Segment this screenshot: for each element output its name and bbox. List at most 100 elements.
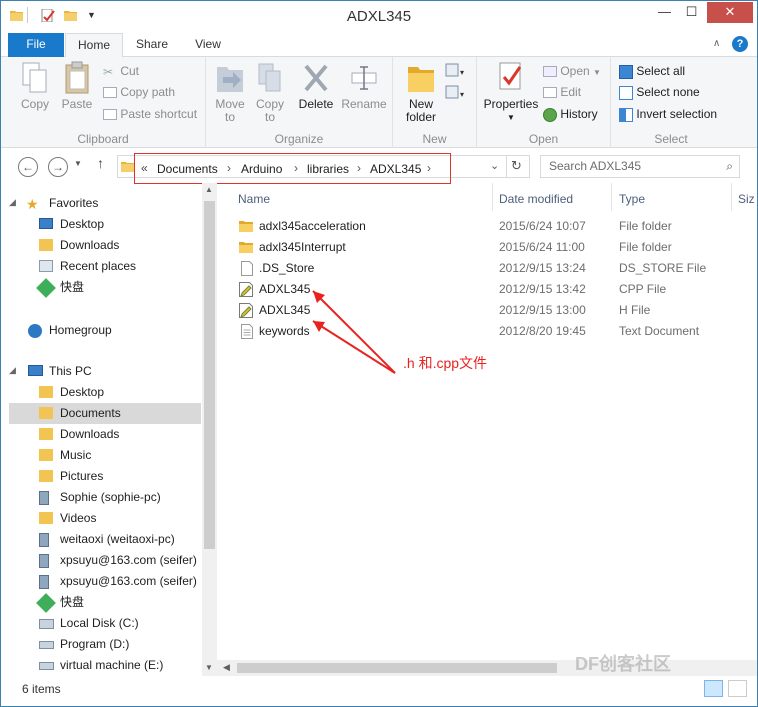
copy-to-icon bbox=[258, 63, 281, 92]
navigation-pane: ◢ ★ Favorites Desktop Downloads Recent p… bbox=[1, 183, 217, 676]
nav-pc-virtual-e[interactable]: virtual machine (E:) bbox=[9, 655, 201, 676]
item-count: 6 items bbox=[22, 682, 61, 696]
details-view-icon[interactable] bbox=[704, 680, 723, 697]
nav-pc-pictures[interactable]: Pictures bbox=[9, 466, 201, 487]
computer-icon bbox=[28, 365, 43, 376]
copy-path-button[interactable]: Copy path bbox=[103, 85, 175, 99]
select-all-button[interactable]: Select all bbox=[619, 64, 685, 79]
large-icons-view-icon[interactable] bbox=[728, 680, 747, 697]
refresh-icon[interactable]: ↻ bbox=[511, 158, 522, 174]
copy-to-button[interactable]: Copy to bbox=[252, 61, 288, 124]
nav-fav-downloads[interactable]: Downloads bbox=[9, 235, 201, 256]
collapse-arrow-icon[interactable]: ◢ bbox=[9, 360, 16, 381]
nav-pane-scrollbar[interactable]: ▲ ▼ bbox=[202, 183, 217, 676]
scrollbar-thumb[interactable] bbox=[204, 201, 215, 549]
nav-pc-kuaipan[interactable]: 快盘 bbox=[9, 592, 201, 613]
breadcrumb-separator-icon[interactable]: › bbox=[294, 161, 298, 175]
search-input[interactable]: Search ADXL345 ⌕ bbox=[540, 155, 740, 178]
breadcrumb-adxl345[interactable]: ADXL345 bbox=[370, 162, 421, 176]
nav-pc-kuaipan-label: 快盘 bbox=[60, 595, 85, 609]
breadcrumb-separator-icon[interactable]: › bbox=[227, 161, 231, 175]
help-icon[interactable]: ? bbox=[732, 36, 748, 52]
scroll-up-icon[interactable]: ▲ bbox=[205, 185, 213, 194]
rename-button[interactable]: Rename bbox=[340, 61, 388, 111]
scroll-down-icon[interactable]: ▼ bbox=[205, 663, 213, 672]
title-bar: ▼ ADXL345 — ☐ ✕ bbox=[1, 1, 757, 32]
new-group: New folder ▾ ▾ New bbox=[393, 57, 477, 148]
collapse-ribbon-icon[interactable]: ∧ bbox=[713, 38, 720, 49]
tab-share[interactable]: Share bbox=[125, 33, 179, 57]
new-folder-icon bbox=[408, 67, 434, 92]
recent-locations-icon[interactable]: ▼ bbox=[74, 159, 82, 168]
homegroup-icon bbox=[28, 324, 42, 338]
invert-selection-label: Invert selection bbox=[636, 107, 718, 121]
collapse-arrow-icon[interactable]: ◢ bbox=[9, 192, 16, 213]
edit-button[interactable]: Edit bbox=[543, 85, 581, 99]
up-button[interactable]: ↑ bbox=[97, 155, 104, 171]
breadcrumb-libraries[interactable]: libraries bbox=[307, 162, 349, 176]
copy-button[interactable]: Copy bbox=[15, 61, 55, 111]
delete-label: Delete bbox=[298, 97, 334, 111]
nav-pc-downloads[interactable]: Downloads bbox=[9, 424, 201, 445]
properties-dropdown-icon[interactable]: ▼ bbox=[481, 111, 541, 124]
tab-home[interactable]: Home bbox=[65, 33, 123, 58]
nav-pc-music-label: Music bbox=[60, 448, 92, 462]
tab-file[interactable]: File bbox=[8, 33, 64, 57]
new-item-icon[interactable]: ▾ bbox=[445, 63, 467, 79]
address-dropdown-icon[interactable]: ⌄ bbox=[490, 159, 499, 172]
move-to-button[interactable]: Move to bbox=[212, 61, 248, 124]
close-button[interactable]: ✕ bbox=[707, 2, 753, 23]
select-none-icon bbox=[619, 85, 633, 100]
select-none-button[interactable]: Select none bbox=[619, 85, 700, 100]
history-button[interactable]: History bbox=[543, 107, 598, 122]
nav-pc-program-d[interactable]: Program (D:) bbox=[9, 634, 201, 655]
back-button[interactable]: ← bbox=[18, 157, 38, 177]
paste-button[interactable]: Paste bbox=[57, 61, 97, 111]
nav-pc-videos[interactable]: Videos bbox=[9, 508, 201, 529]
breadcrumb-documents[interactable]: Documents bbox=[157, 162, 218, 176]
copy-path-label: Copy path bbox=[120, 85, 176, 99]
nav-pc-local-disk-c[interactable]: Local Disk (C:) bbox=[9, 613, 201, 634]
copy-icon bbox=[22, 62, 47, 93]
forward-button[interactable]: → bbox=[48, 157, 68, 177]
ribbon: Copy Paste ✂ Cut Copy path Paste shortcu… bbox=[1, 57, 757, 148]
downloads-folder-icon bbox=[39, 239, 53, 251]
breadcrumb-arduino[interactable]: Arduino bbox=[241, 162, 282, 176]
nav-pc-xpsuyu-2[interactable]: xpsuyu@163.com (seifer) bbox=[9, 571, 201, 592]
breadcrumb-separator-icon[interactable]: › bbox=[357, 161, 361, 175]
breadcrumb-separator-icon[interactable]: › bbox=[427, 161, 431, 175]
paste-shortcut-button[interactable]: Paste shortcut bbox=[103, 107, 197, 121]
nav-fav-recent[interactable]: Recent places bbox=[9, 256, 201, 277]
nav-thispc[interactable]: ◢ This PC bbox=[9, 361, 201, 382]
select-group: Select all Select none Invert selection … bbox=[611, 57, 731, 148]
delete-button[interactable]: Delete bbox=[296, 61, 336, 111]
organize-group-label: Organize bbox=[274, 132, 324, 146]
hscrollbar-thumb[interactable] bbox=[237, 663, 557, 673]
nav-pc-desktop[interactable]: Desktop bbox=[9, 382, 201, 403]
nav-pc-sophie[interactable]: Sophie (sophie-pc) bbox=[9, 487, 201, 508]
nav-fav-kuaipan[interactable]: 快盘 bbox=[9, 277, 201, 298]
file-list: Name Date modified Type Siz adxl345accel… bbox=[217, 183, 757, 676]
new-folder-button[interactable]: New folder bbox=[401, 61, 441, 124]
nav-fav-desktop[interactable]: Desktop bbox=[9, 214, 201, 235]
breadcrumb-overflow[interactable]: « bbox=[141, 161, 148, 175]
tab-view[interactable]: View bbox=[181, 33, 235, 57]
invert-selection-button[interactable]: Invert selection bbox=[619, 107, 717, 122]
cut-label: Cut bbox=[120, 64, 140, 78]
open-button[interactable]: Open ▼ bbox=[543, 64, 601, 78]
properties-label: Properties bbox=[483, 97, 539, 111]
clipboard-group-label: Clipboard bbox=[77, 132, 129, 146]
nav-pc-weitaoxi[interactable]: weitaoxi (weitaoxi-pc) bbox=[9, 529, 201, 550]
nav-favorites[interactable]: ◢ ★ Favorites bbox=[9, 193, 201, 214]
easy-access-icon[interactable]: ▾ bbox=[445, 85, 467, 101]
nav-pc-xpsuyu-1[interactable]: xpsuyu@163.com (seifer) bbox=[9, 550, 201, 571]
scroll-left-icon[interactable]: ◀ bbox=[223, 662, 230, 673]
maximize-button[interactable]: ☐ bbox=[678, 2, 705, 23]
minimize-button[interactable]: — bbox=[651, 2, 678, 23]
nav-pc-documents[interactable]: Documents bbox=[9, 403, 201, 424]
nav-pc-music[interactable]: Music bbox=[9, 445, 201, 466]
select-group-label: Select bbox=[654, 132, 688, 146]
nav-homegroup[interactable]: Homegroup bbox=[9, 320, 201, 341]
properties-button[interactable]: Properties ▼ bbox=[481, 61, 541, 124]
cut-button[interactable]: ✂ Cut bbox=[103, 64, 139, 79]
